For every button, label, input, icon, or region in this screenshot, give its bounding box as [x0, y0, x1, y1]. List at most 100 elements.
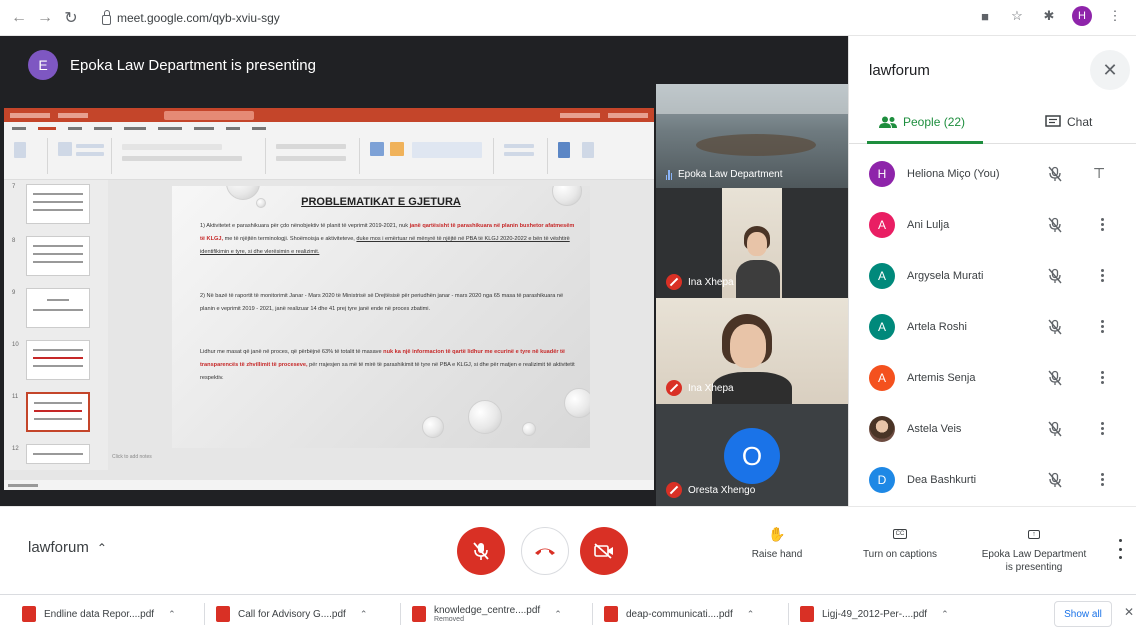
mic-muted-icon[interactable] — [1047, 268, 1063, 284]
mic-off-icon — [666, 482, 682, 498]
download-item[interactable]: Endline data Repor....pdf ⌃ — [22, 603, 176, 625]
chevron-up-icon[interactable]: ⌃ — [554, 609, 562, 620]
download-item[interactable]: knowledge_centre....pdf Removed ⌃ — [412, 603, 562, 625]
slide-thumbnail[interactable] — [26, 340, 90, 380]
slide-thumbnail-selected[interactable] — [26, 392, 90, 432]
presenter-banner-text: Epoka Law Department is presenting — [70, 56, 316, 74]
ppt-statusbar — [4, 480, 654, 490]
slide-paragraph-1: 1) Aktivitetet e parashikuara për çdo në… — [200, 223, 575, 255]
mic-off-icon — [473, 542, 489, 560]
bubble-decoration — [522, 422, 536, 436]
captions-button[interactable]: CC Turn on captions — [852, 525, 948, 560]
chevron-up-icon[interactable]: ⌃ — [747, 609, 755, 620]
presentation-status-button[interactable]: ↑ Epoka Law Department is presenting — [970, 525, 1098, 573]
mic-muted-icon[interactable] — [1047, 421, 1063, 437]
participant-avatar — [869, 415, 895, 442]
more-options-icon[interactable] — [1116, 539, 1124, 559]
microphone-toggle-button[interactable] — [457, 527, 505, 575]
meeting-table — [696, 134, 816, 156]
more-options-icon[interactable] — [1097, 268, 1107, 284]
meeting-details-button[interactable]: lawforum ⌃ — [28, 539, 107, 556]
mic-off-icon — [666, 380, 682, 396]
close-downloads-icon[interactable]: ✕ — [1124, 605, 1134, 619]
leave-call-button[interactable] — [521, 527, 569, 575]
raise-hand-icon: ✋ — [768, 525, 786, 542]
participant-list-item[interactable]: Astela Veis — [849, 403, 1136, 454]
close-panel-button[interactable]: ✕ — [1090, 50, 1130, 90]
participant-name: Epoka Law Department — [678, 168, 783, 180]
slide-thumbnail[interactable] — [26, 236, 90, 276]
camera-toggle-button[interactable] — [580, 527, 628, 575]
slide-thumbnail[interactable] — [26, 288, 90, 328]
mic-muted-icon[interactable] — [1047, 217, 1063, 233]
slide-notes[interactable]: Click to add notes — [112, 454, 152, 460]
url-text: meet.google.com/qyb-xviu-sgy — [117, 10, 280, 25]
mic-muted-icon[interactable] — [1047, 166, 1063, 182]
current-slide: PROBLEMATIKAT E GJETURA 1) Aktivitetet e… — [172, 186, 590, 448]
browser-toolbar: ← → ↻ meet.google.com/qyb-xviu-sgy ■ ☆ ✱… — [0, 0, 1136, 36]
participant-list-item[interactable]: A Artela Roshi — [849, 301, 1136, 352]
slide-thumbnail[interactable] — [26, 444, 90, 464]
mic-muted-icon[interactable] — [1047, 370, 1063, 386]
presentation-stage: E Epoka Law Department is presenting 7 8… — [0, 36, 848, 506]
slide-thumbnail[interactable] — [26, 184, 90, 224]
downloads-bar: Endline data Repor....pdf ⌃ Call for Advis… — [0, 594, 1136, 632]
participant-name: Argysela Murati — [907, 269, 984, 282]
address-bar[interactable]: meet.google.com/qyb-xviu-sgy — [94, 5, 288, 31]
chevron-up-icon[interactable]: ⌃ — [941, 609, 949, 620]
mic-muted-icon[interactable] — [1047, 472, 1063, 488]
participant-avatar: H — [869, 160, 895, 187]
participant-avatar: A — [869, 262, 895, 289]
participant-list-item[interactable]: D Dea Bashkurti — [849, 454, 1136, 505]
download-item[interactable]: deap-communicati....pdf ⌃ — [604, 603, 754, 625]
download-filename: deap-communicati....pdf — [626, 608, 733, 620]
slide-thumbnails: 7 8 9 10 11 12 — [4, 180, 108, 470]
more-options-icon[interactable] — [1097, 217, 1107, 233]
more-options-icon[interactable] — [1097, 472, 1107, 488]
tab-people[interactable]: People (22) — [879, 100, 965, 144]
participant-list-item[interactable]: A Argysela Murati — [849, 250, 1136, 301]
mic-muted-icon[interactable] — [1047, 319, 1063, 335]
presenter-avatar: E — [28, 50, 58, 80]
reload-icon[interactable]: ↻ — [58, 5, 84, 31]
pdf-file-icon — [412, 606, 426, 622]
download-separator — [788, 603, 789, 625]
extensions-icon[interactable]: ✱ — [1040, 7, 1058, 25]
participant-list-item[interactable]: H Heliona Miço (You) ⊤ — [849, 148, 1136, 199]
participant-tile[interactable]: Ina Xhepa — [656, 188, 848, 298]
more-options-icon[interactable] — [1097, 421, 1107, 437]
chat-icon — [1045, 115, 1061, 127]
raise-hand-button[interactable]: ✋ Raise hand — [742, 525, 812, 561]
participant-name: Dea Bashkurti — [907, 473, 977, 486]
more-options-icon[interactable] — [1097, 370, 1107, 386]
participant-tile[interactable]: Ina Xhepa — [656, 298, 848, 404]
participant-list-item[interactable]: A Artemis Senja — [849, 352, 1136, 403]
participant-avatar: A — [869, 313, 895, 340]
participant-name: Heliona Miço (You) — [907, 167, 1000, 180]
shared-screen: 7 8 9 10 11 12 PROBLEMATIKAT E GJETURA 1… — [4, 108, 654, 490]
present-screen-icon: ↑ — [1025, 525, 1043, 543]
download-item[interactable]: Call for Advisory G....pdf ⌃ — [216, 603, 367, 625]
star-icon[interactable]: ☆ — [1008, 7, 1026, 25]
download-filename: Ligj-49_2012-Per-....pdf — [822, 608, 928, 620]
participant-list-item[interactable]: A Ani Lulja — [849, 199, 1136, 250]
camera-indicator-icon[interactable]: ■ — [976, 7, 994, 25]
show-all-downloads-button[interactable]: Show all — [1054, 601, 1112, 627]
participant-tile[interactable]: Epoka Law Department — [656, 84, 848, 188]
download-item[interactable]: Ligj-49_2012-Per-....pdf ⌃ — [800, 603, 949, 625]
download-separator — [204, 603, 205, 625]
profile-avatar[interactable]: H — [1072, 6, 1092, 26]
participant-name: Oresta Xhengo — [688, 484, 756, 496]
chevron-up-icon[interactable]: ⌃ — [360, 609, 368, 620]
forward-arrow-icon[interactable]: → — [32, 5, 58, 31]
back-arrow-icon[interactable]: ← — [6, 5, 32, 31]
bubble-decoration — [468, 400, 502, 434]
more-options-icon[interactable] — [1097, 319, 1107, 335]
pin-icon[interactable]: ⊤ — [1093, 165, 1105, 182]
download-filename: Endline data Repor....pdf — [44, 608, 155, 620]
slide-title: PROBLEMATIKAT E GJETURA — [301, 196, 461, 208]
tab-chat[interactable]: Chat — [1045, 100, 1092, 144]
participant-name: Ani Lulja — [907, 218, 950, 231]
browser-menu-icon[interactable]: ⋮ — [1106, 7, 1124, 25]
chevron-up-icon[interactable]: ⌃ — [168, 609, 176, 620]
